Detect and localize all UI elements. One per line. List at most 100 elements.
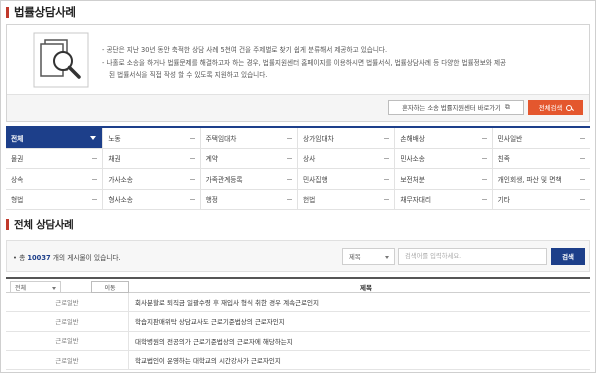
minus-icon — [579, 178, 585, 180]
category-label: 상사 — [302, 155, 316, 164]
case-list: 전체 이동 제목 근로일반 회사분할로 퇴직금 일괄수령 후 재입사 형식 취한 … — [6, 277, 590, 371]
category-label: 민사일반 — [497, 134, 523, 143]
intro-line: 된 법률서식을 직접 작성 할 수 있도록 지원하고 있습니다. — [109, 71, 268, 80]
category-label: 친족 — [497, 155, 510, 164]
category-label: 주택임대차 — [205, 134, 237, 143]
category-item[interactable]: 개인회생, 파산 및 면책 — [492, 169, 590, 190]
category-item[interactable]: 상가임대차 — [297, 128, 396, 149]
intro-box: - 공단은 지난 30년 동안 축적한 상담 사례 5천여 건을 주제별로 찾기… — [6, 24, 590, 122]
category-item[interactable]: 주택임대차 — [200, 128, 298, 149]
intro-line: - 공단은 지난 30년 동안 축적한 상담 사례 5천여 건을 주제별로 찾기… — [102, 46, 388, 54]
category-item[interactable]: 행정 — [200, 189, 298, 210]
minus-icon — [286, 199, 292, 200]
search-input[interactable] — [398, 248, 547, 265]
count-prefix: • 총 — [13, 254, 28, 262]
category-item[interactable]: 상사 — [297, 148, 396, 169]
move-button[interactable]: 이동 — [91, 281, 129, 293]
category-item[interactable]: 계약 — [200, 148, 298, 169]
row-category: 근로일반 — [6, 350, 129, 370]
category-filter-value: 전체 — [15, 284, 27, 292]
category-label: 기타 — [497, 196, 510, 205]
chevron-down-icon — [52, 286, 56, 290]
minus-icon — [579, 158, 585, 159]
category-item[interactable]: 손해배상 — [395, 128, 493, 149]
category-item[interactable]: 형법 — [6, 189, 104, 210]
table-row[interactable]: 근로일반 대학병원의 전공의가 근로기준법상의 근로자에 해당하는지 — [6, 331, 590, 351]
category-label: 형법 — [11, 196, 24, 205]
category-item[interactable]: 민사일반 — [492, 128, 590, 149]
category-label: 가사소송 — [108, 175, 133, 184]
post-count: • 총 10037 개의 게시물이 있습니다. — [13, 252, 121, 262]
category-item[interactable]: 헌법 — [297, 189, 396, 210]
category-item[interactable]: 전체 — [6, 128, 104, 149]
minus-icon — [384, 137, 390, 139]
intro-actions: 혼자하는 소송 법률지원센터 바로가기 ⧉ 전체검색 — [7, 95, 589, 121]
minus-icon — [481, 178, 487, 180]
minus-icon — [189, 137, 195, 139]
category-item[interactable]: 친족 — [492, 149, 590, 169]
table-row[interactable]: 근로일반 회사분할로 퇴직금 일괄수령 후 재입사 형식 취한 경우 계속근로인지 — [6, 293, 590, 313]
minus-icon — [481, 158, 487, 159]
category-item[interactable]: 민사소송 — [395, 148, 493, 169]
minus-icon — [481, 199, 487, 200]
category-item[interactable]: 형사소송 — [103, 189, 201, 210]
minus-icon — [189, 199, 195, 200]
minus-icon — [92, 158, 98, 159]
external-link-icon: ⧉ — [504, 103, 510, 111]
minus-icon — [286, 158, 292, 159]
minus-icon — [579, 199, 585, 200]
search-bar: • 총 10037 개의 게시물이 있습니다. 제목 검색 — [6, 240, 590, 272]
row-category: 근로일반 — [6, 312, 129, 331]
category-filter-select[interactable]: 전체 — [10, 281, 61, 293]
table-row[interactable]: 근로일반 학교법인이 운영하는 대학교의 시간강사가 근로자인지 — [6, 350, 590, 371]
link-button-label: 혼자하는 소송 법률지원센터 바로가기 — [402, 105, 501, 112]
category-label: 민사집행 — [302, 175, 328, 184]
minus-icon — [384, 199, 390, 200]
category-item[interactable]: 채권 — [103, 148, 201, 169]
title-accent-bar — [6, 6, 9, 18]
category-item[interactable]: 가사소송 — [103, 169, 201, 190]
document-search-icon — [33, 32, 89, 88]
caret-down-icon — [90, 136, 97, 140]
category-item[interactable]: 채무자대리 — [395, 189, 493, 210]
category-item[interactable]: 상속 — [6, 169, 104, 190]
row-title-link[interactable]: 대학병원의 전공의가 근로기준법상의 근로자에 해당하는지 — [135, 332, 293, 350]
title-column-header: 제목 — [360, 284, 372, 292]
category-item[interactable]: 가족관계등록 — [200, 169, 298, 190]
row-title-link[interactable]: 학습지판매위탁 상담교사도 근로기준법상의 근로자인지 — [135, 312, 285, 330]
category-label: 상가임대차 — [302, 134, 334, 143]
row-title-link[interactable]: 학교법인이 운영하는 대학교의 시간강사가 근로자인지 — [135, 351, 281, 369]
category-item[interactable]: 노동 — [103, 128, 201, 149]
minus-icon — [481, 137, 487, 139]
category-item[interactable]: 민사집행 — [297, 169, 396, 190]
intro-text: - 공단은 지난 30년 동안 축적한 상담 사례 5천여 건을 주제별로 찾기… — [102, 44, 582, 82]
search-field-value: 제목 — [349, 254, 361, 261]
all-search-label: 전체검색 — [538, 104, 563, 112]
intro-description: - 공단은 지난 30년 동안 축적한 상담 사례 5천여 건을 주제별로 찾기… — [7, 25, 589, 95]
category-label: 물권 — [11, 155, 24, 164]
minus-icon — [92, 199, 98, 200]
section-title: 전체 상담사례 — [14, 218, 74, 231]
minus-icon — [384, 158, 390, 159]
category-label: 행정 — [205, 196, 218, 205]
category-grid: 전체 노동 주택임대차 상가임대차 손해배상 민사일반물권 채권 계약 상사 민사소송 친족상속 가사… — [6, 126, 590, 210]
row-title-link[interactable]: 회사분할로 퇴직금 일괄수령 후 재입사 형식 취한 경우 계속근로인지 — [135, 293, 319, 311]
table-row[interactable]: 근로일반 학습지판매위탁 상담교사도 근로기준법상의 근로자인지 — [6, 312, 590, 332]
page-header: 법률상담사례 — [6, 4, 76, 20]
category-label: 헌법 — [302, 196, 316, 205]
count-value: 10037 — [27, 254, 51, 262]
category-label: 채무자대리 — [400, 196, 432, 205]
legal-support-center-link-button[interactable]: 혼자하는 소송 법률지원센터 바로가기 ⧉ — [388, 100, 524, 115]
category-item[interactable]: 물권 — [6, 148, 104, 169]
category-item[interactable]: 기타 — [492, 190, 590, 210]
all-search-button[interactable]: 전체검색 — [528, 100, 583, 115]
category-label: 채권 — [108, 155, 121, 164]
search-field-select[interactable]: 제목 — [342, 248, 395, 265]
category-item[interactable]: 보전처분 — [395, 169, 493, 190]
search-button[interactable]: 검색 — [551, 248, 585, 265]
category-label: 보전처분 — [400, 175, 425, 184]
category-label: 노동 — [108, 134, 121, 143]
page-title: 법률상담사례 — [14, 5, 76, 19]
row-category: 근로일반 — [6, 331, 129, 350]
category-label: 개인회생, 파산 및 면책 — [497, 175, 562, 184]
